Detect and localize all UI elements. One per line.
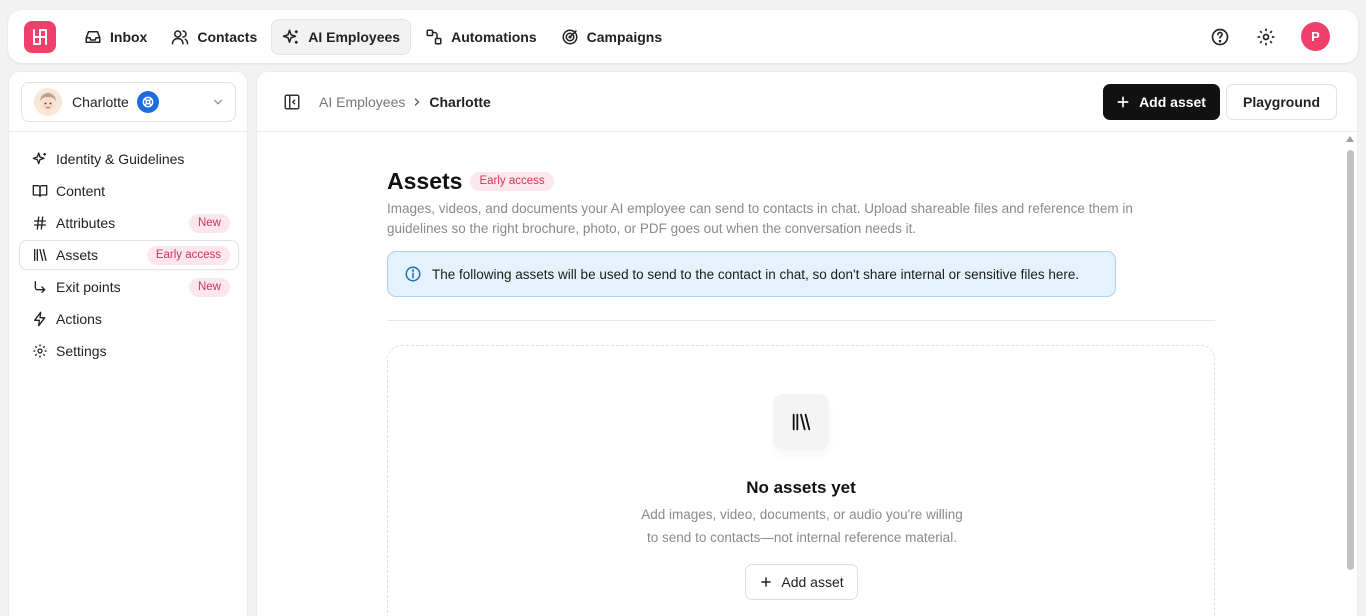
agent-status-badge (136, 91, 159, 113)
user-avatar[interactable]: P (1301, 22, 1330, 51)
plus-icon (761, 577, 772, 587)
inbox-icon (85, 30, 101, 43)
nav-automations[interactable]: Automations (415, 19, 547, 55)
nav-campaigns[interactable]: Campaigns (551, 19, 672, 55)
scroll-thumb[interactable] (1347, 150, 1354, 570)
chevron-right-icon (415, 97, 420, 106)
page-description: Images, videos, and documents your AI em… (387, 201, 1133, 236)
empty-state-title: No assets yet (746, 478, 856, 497)
top-navigation: Inbox Contacts AI Employees Automations … (8, 10, 1358, 63)
agent-avatar (34, 88, 62, 116)
scroll-up-arrow[interactable] (1346, 136, 1354, 142)
users-icon (172, 29, 189, 44)
new-badge: New (188, 277, 230, 297)
breadcrumb-current: Charlotte (429, 93, 491, 110)
agent-selector[interactable]: Charlotte (21, 82, 236, 122)
main-header: AI Employees Charlotte Add asset Playgro… (257, 72, 1357, 132)
plus-icon (1117, 96, 1129, 107)
collapse-sidebar-icon[interactable] (283, 93, 301, 111)
nav-contacts-label: Contacts (197, 28, 258, 45)
nav-inbox-label: Inbox (110, 28, 148, 45)
nav-inbox[interactable]: Inbox (74, 19, 157, 55)
gear-icon (1257, 28, 1275, 45)
assets-content: Assets Early access Images, videos, and … (387, 168, 1215, 616)
sparkles-icon (32, 152, 46, 165)
corner-arrow-icon (34, 281, 46, 293)
empty-state-icon (773, 394, 829, 450)
info-alert-text: The following assets will be used to sen… (432, 266, 1080, 282)
empty-state: No assets yet Add images, video, documen… (387, 345, 1215, 616)
nav-automations-label: Automations (451, 28, 537, 45)
main-panel: AI Employees Charlotte Add asset Playgro… (256, 71, 1358, 616)
sidebar-item-label: Exit points (56, 279, 121, 295)
library-icon (34, 249, 47, 261)
bolt-icon (34, 311, 46, 327)
add-asset-label: Add asset (1139, 93, 1206, 110)
info-alert: The following assets will be used to sen… (387, 251, 1116, 297)
breadcrumb: AI Employees Charlotte (319, 94, 491, 110)
section-divider (387, 320, 1215, 321)
empty-state-description-line: to send to contacts—not internal referen… (647, 530, 957, 545)
agent-face-icon (34, 88, 62, 116)
target-icon (562, 29, 578, 44)
breadcrumb-parent[interactable]: AI Employees (319, 94, 405, 110)
early-access-badge: Early access (146, 245, 230, 265)
library-icon (792, 413, 811, 431)
sparkles-icon (283, 29, 298, 44)
page-title: Assets (387, 168, 463, 194)
app-logo[interactable] (24, 20, 56, 53)
empty-state-description-line: Add images, video, documents, or audio y… (641, 507, 963, 522)
nav-ai-employees[interactable]: AI Employees (271, 18, 412, 55)
new-badge: New (188, 213, 230, 233)
book-icon (32, 185, 48, 197)
gear-icon (33, 344, 47, 358)
sidebar-item-identity[interactable]: Identity & Guidelines (19, 144, 239, 174)
early-access-badge: Early access (470, 172, 554, 191)
nav-campaigns-label: Campaigns (586, 28, 663, 45)
nav-contacts[interactable]: Contacts (161, 19, 267, 55)
sidebar-item-attributes[interactable]: Attributes New (19, 208, 239, 238)
empty-add-asset-button[interactable]: Add asset (745, 564, 858, 600)
sidebar-item-settings[interactable]: Settings (19, 336, 239, 366)
hash-icon (34, 216, 46, 230)
sidebar-item-actions[interactable]: Actions (19, 304, 239, 334)
help-icon (1211, 28, 1229, 45)
main-scrollbar[interactable] (1345, 136, 1355, 616)
workflow-icon (426, 29, 442, 44)
sidebar-item-exit-points[interactable]: Exit points New (19, 272, 239, 302)
sidebar-item-label: Actions (56, 311, 102, 327)
sidebar-item-label: Attributes (56, 215, 116, 231)
sidebar-item-label: Content (56, 183, 106, 199)
sidebar-item-label: Assets (56, 247, 99, 263)
add-asset-button[interactable]: Add asset (1103, 83, 1220, 120)
chevron-down-icon (213, 99, 223, 105)
empty-state-description: Add images, video, documents, or audio y… (627, 503, 977, 549)
logo-icon (33, 28, 47, 45)
nav-ai-employees-label: AI Employees (308, 28, 401, 45)
sidebar: Charlotte Identity & Guidelines Content … (8, 71, 248, 616)
sidebar-divider (9, 131, 247, 132)
sidebar-item-label: Identity & Guidelines (56, 151, 185, 167)
empty-add-asset-label: Add asset (781, 574, 844, 590)
support-icon (142, 96, 154, 108)
sidebar-menu: Identity & Guidelines Content Attributes… (19, 144, 239, 368)
sidebar-item-label: Settings (56, 343, 107, 359)
settings-button[interactable] (1255, 26, 1277, 48)
playground-button[interactable]: Playground (1225, 83, 1337, 120)
info-icon (405, 266, 421, 282)
sidebar-item-assets[interactable]: Assets Early access (19, 240, 239, 270)
sidebar-item-content[interactable]: Content (19, 176, 239, 206)
help-button[interactable] (1209, 26, 1231, 48)
agent-name: Charlotte (72, 94, 129, 110)
